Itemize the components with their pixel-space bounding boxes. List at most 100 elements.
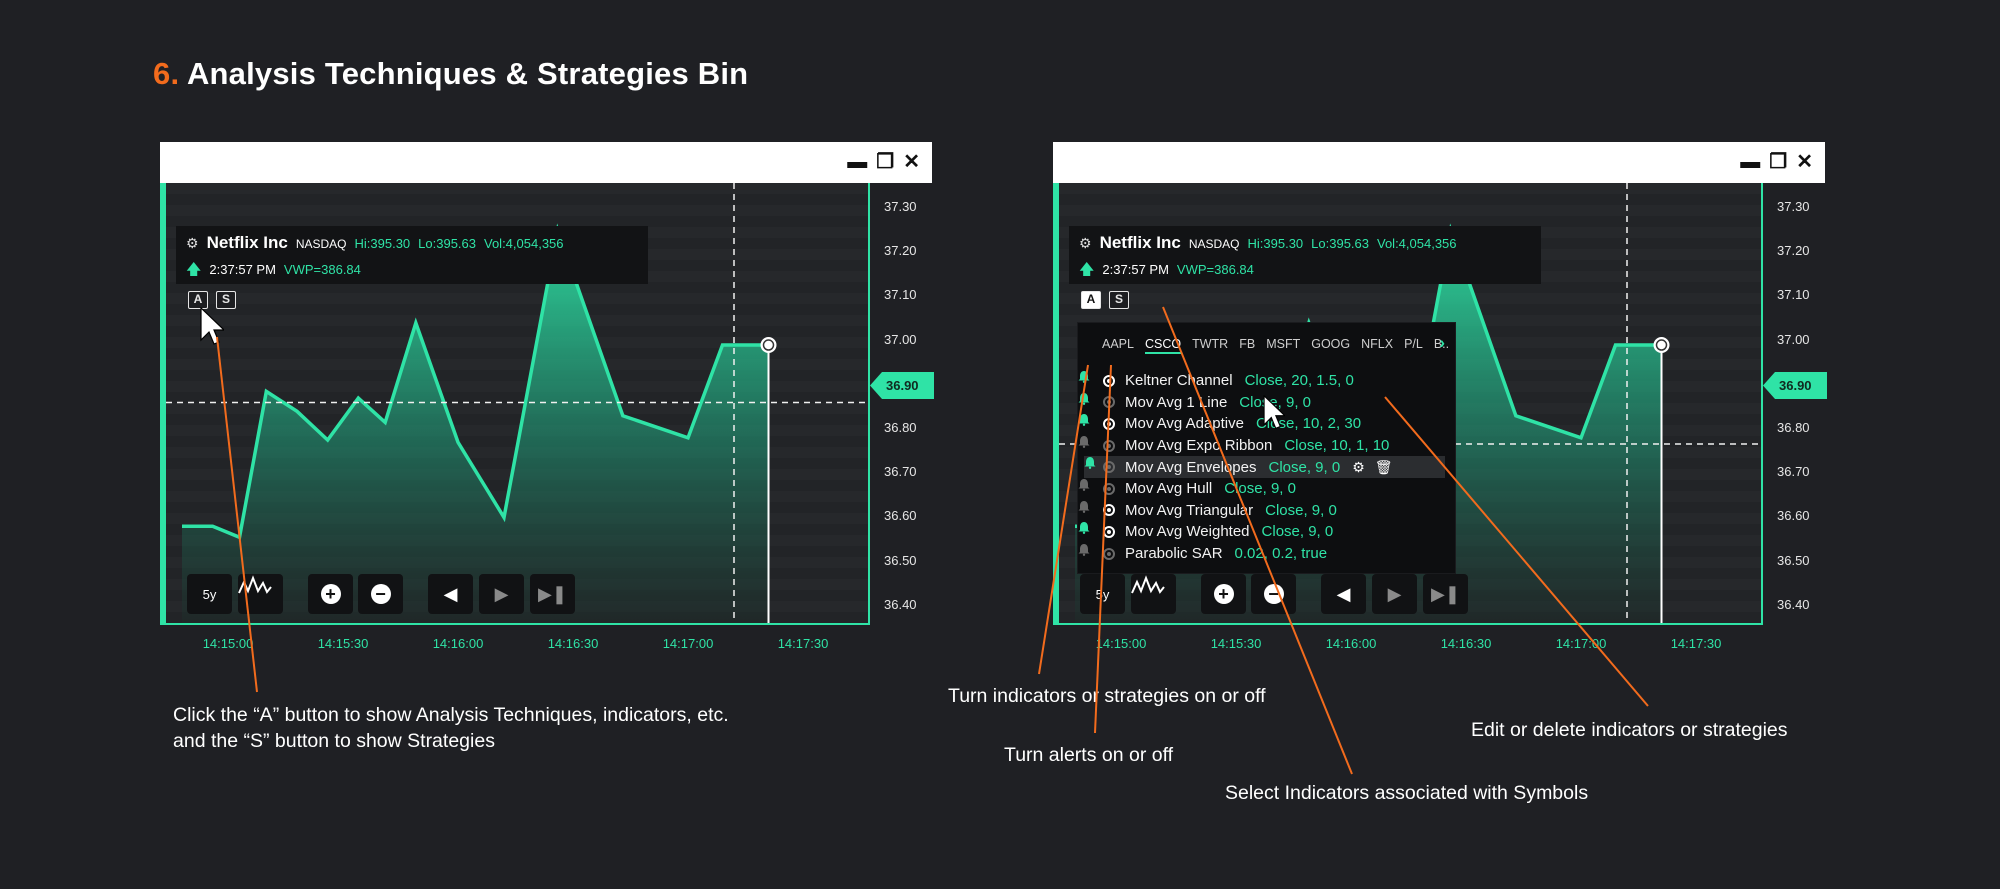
bell-icon[interactable] — [1084, 456, 1096, 470]
indicator-toggle[interactable] — [1103, 525, 1115, 538]
indicator-toggle[interactable] — [1103, 396, 1115, 409]
symbol-tab[interactable]: TWTR — [1192, 337, 1228, 354]
bell-icon[interactable] — [1078, 521, 1090, 535]
triangle-left-icon: ◀ — [443, 583, 458, 604]
window-controls: ▬ ❐ ✕ — [1740, 152, 1813, 172]
symbol-tab[interactable]: FB — [1239, 337, 1255, 354]
indicator-name: Mov Avg 1 Line — [1125, 393, 1228, 411]
volume: Vol:4,054,356 — [1377, 236, 1457, 251]
indicator-toggle[interactable] — [1103, 504, 1115, 517]
zoom-out-button[interactable]: − — [358, 574, 403, 614]
price-chart[interactable]: ⚙ Netflix Inc NASDAQ Hi:395.30 Lo:395.63… — [160, 183, 870, 625]
zoom-out-button[interactable]: − — [1251, 574, 1296, 614]
indicator-params: Close, 9, 0 — [1224, 480, 1296, 498]
indicator-name: Parabolic SAR — [1125, 545, 1223, 563]
scroll-back-button[interactable]: ◀ — [428, 574, 473, 614]
indicator-name: Mov Avg Hull — [1125, 480, 1213, 498]
minimize-icon[interactable]: ▬ — [847, 152, 867, 172]
symbol-tab[interactable]: NFLX — [1361, 337, 1393, 354]
bell-icon[interactable] — [1078, 435, 1090, 448]
indicator-toggle[interactable] — [1103, 439, 1115, 452]
range-button[interactable]: 5y — [187, 574, 232, 614]
indicator-row[interactable]: Mov Avg Expo Ribbon Close, 10, 1, 10 — [1078, 435, 1457, 457]
indicator-row[interactable]: Mov Avg Hull Close, 9, 0 — [1078, 478, 1457, 500]
time-tick-label: 14:17:30 — [777, 636, 829, 651]
symbol-tab[interactable]: GOOG — [1311, 337, 1350, 354]
range-button[interactable]: 5y — [1080, 574, 1125, 614]
close-icon[interactable]: ✕ — [903, 152, 920, 172]
gear-icon[interactable]: ⚙ — [1352, 459, 1365, 476]
indicator-toggle[interactable] — [1103, 374, 1115, 387]
time-tick-label: 14:15:00 — [1095, 636, 1147, 651]
price-tick-label: 37.20 — [884, 243, 917, 259]
restore-icon[interactable]: ❐ — [1769, 152, 1787, 172]
price-chart[interactable]: ⚙ Netflix Inc NASDAQ Hi:395.30 Lo:395.63… — [1053, 183, 1763, 625]
price-tick-label: 37.30 — [1777, 199, 1810, 214]
zoom-in-button[interactable]: + — [308, 574, 353, 614]
indicator-name: Mov Avg Envelopes — [1125, 458, 1257, 476]
bell-icon[interactable] — [1078, 413, 1090, 427]
indicator-name: Mov Avg Adaptive — [1125, 415, 1244, 433]
current-price-tag: 36.90 — [1763, 372, 1827, 399]
scroll-forward-button[interactable]: ▶ — [1372, 574, 1417, 614]
trash-icon[interactable]: 🗑 — [1375, 459, 1393, 476]
indicator-params: Close, 9, 0 — [1261, 523, 1334, 541]
caption-edit: Edit or delete indicators or strategies — [1471, 719, 1788, 741]
scroll-end-button[interactable]: ▶❚ — [1423, 574, 1468, 614]
indicator-row[interactable]: Parabolic SAR 0.02, 0.2, true — [1078, 543, 1457, 565]
indicator-toggle[interactable] — [1103, 547, 1115, 560]
low-price: Lo:395.63 — [418, 236, 476, 251]
caption-alerts: Turn alerts on or off — [1004, 744, 1174, 766]
skip-end-icon: ▶❚ — [538, 583, 567, 604]
settings-gear-icon[interactable]: ⚙ — [1079, 235, 1092, 252]
strategies-button[interactable]: S — [1109, 291, 1129, 309]
analysis-button[interactable]: A — [1081, 291, 1101, 309]
symbol-tab[interactable]: P/L — [1404, 337, 1423, 354]
minimize-icon[interactable]: ▬ — [1740, 152, 1760, 172]
time-tick-label: 14:17:00 — [1555, 636, 1607, 651]
indicator-row[interactable]: Mov Avg Envelopes Close, 9, 0 ⚙ 🗑 — [1084, 456, 1445, 478]
scroll-forward-button[interactable]: ▶ — [479, 574, 524, 614]
grid-band — [166, 183, 868, 194]
symbol-tab[interactable]: MSFT — [1266, 337, 1300, 354]
price-tick-label: 37.20 — [1777, 243, 1810, 259]
restore-icon[interactable]: ❐ — [876, 152, 894, 172]
low-price: Lo:395.63 — [1311, 236, 1369, 251]
caption-line-1: Click the “A” button to show Analysis Te… — [173, 704, 729, 726]
price-axis: 37.30 37.20 37.10 37.00 36.90 36.80 36.70 36.60… — [1763, 183, 1827, 625]
indicator-params: Close, 9, 0 — [1265, 501, 1337, 519]
bell-icon[interactable] — [1078, 500, 1090, 513]
indicator-toggle[interactable] — [1103, 461, 1115, 474]
bell-icon[interactable] — [1078, 478, 1090, 491]
window-titlebar: ▬ ❐ ✕ — [1053, 142, 1825, 183]
symbol-tab[interactable]: CSCO — [1144, 337, 1182, 354]
current-price-tag: 36.90 — [870, 372, 934, 399]
zoom-in-button[interactable]: + — [1201, 574, 1246, 614]
scroll-back-button[interactable]: ◀ — [1321, 574, 1366, 614]
indicator-row[interactable]: Mov Avg Triangular Close, 9, 0 — [1078, 500, 1457, 522]
indicator-row[interactable]: Mov Avg Weighted Close, 9, 0 — [1078, 521, 1457, 543]
line-chart-icon[interactable] — [238, 574, 283, 614]
price-tick-label: 37.00 — [884, 331, 917, 347]
bell-icon[interactable] — [1078, 392, 1090, 405]
time-tick-label: 14:16:00 — [432, 636, 484, 651]
settings-gear-icon[interactable]: ⚙ — [186, 235, 199, 252]
scroll-end-button[interactable]: ▶❚ — [530, 574, 575, 614]
caption-line-2: and the “S” button to show Strategies — [173, 730, 495, 752]
indicator-toggle[interactable] — [1103, 482, 1115, 495]
indicator-name: Keltner Channel — [1125, 372, 1233, 390]
bell-icon[interactable] — [1078, 370, 1090, 383]
grid-band — [1059, 293, 1761, 304]
grid-band — [166, 205, 868, 216]
indicator-name: Mov Avg Weighted — [1125, 523, 1250, 541]
time-tick-label: 14:16:30 — [547, 636, 599, 651]
symbol-tab[interactable]: AAPL — [1102, 337, 1134, 354]
time-axis: 14:15:00 14:15:30 14:16:00 14:16:30 14:17:00… — [1053, 636, 1763, 656]
price-tick-label: 36.50 — [1777, 552, 1810, 568]
line-chart-icon[interactable] — [1131, 574, 1176, 614]
indicator-toggle[interactable] — [1103, 417, 1115, 430]
bell-icon[interactable] — [1078, 543, 1090, 556]
close-icon[interactable]: ✕ — [1796, 152, 1813, 172]
indicator-row[interactable]: Keltner Channel Close, 20, 1.5, 0 — [1078, 370, 1457, 392]
chevron-right-icon[interactable]: › — [1439, 333, 1445, 353]
